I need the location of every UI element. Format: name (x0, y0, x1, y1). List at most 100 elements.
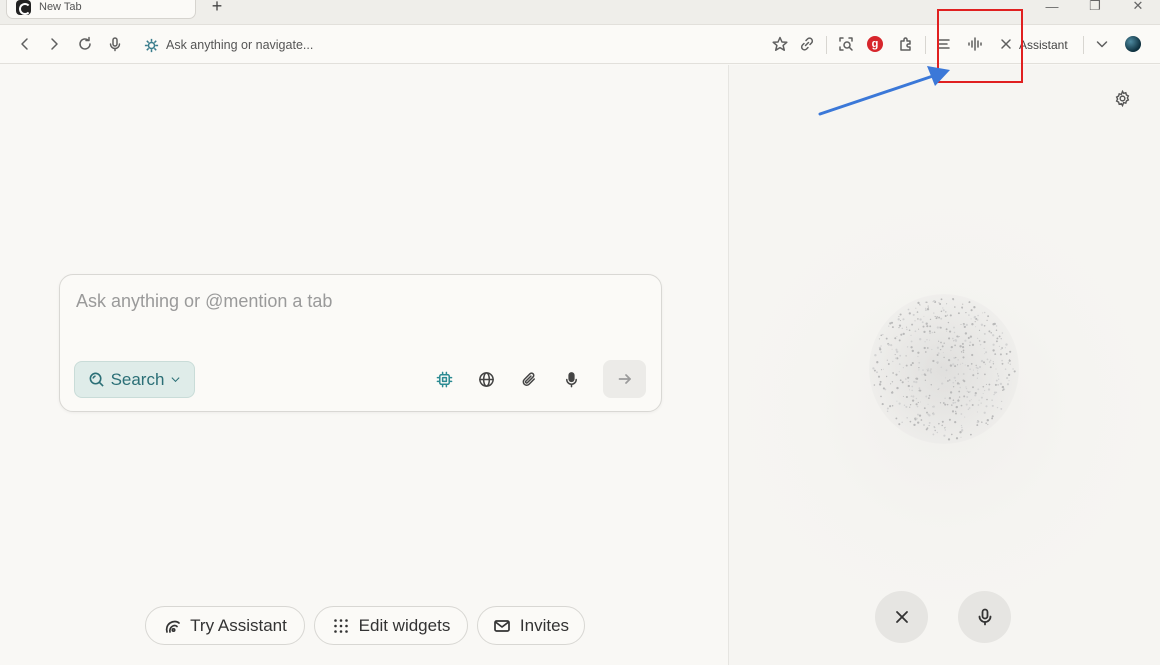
orb-particle (971, 404, 974, 406)
voice-microphone-button[interactable] (958, 591, 1011, 643)
microphone-icon[interactable] (561, 369, 581, 389)
cancel-voice-button[interactable] (875, 591, 928, 643)
back-icon[interactable] (15, 34, 35, 54)
orb-particle (952, 363, 955, 366)
search-mode-button[interactable]: Search (74, 361, 195, 398)
orb-particle (929, 318, 932, 321)
orb-particle (962, 379, 965, 382)
grammarly-extension-icon[interactable]: g (865, 34, 885, 54)
orb-particle (975, 326, 977, 328)
invites-button[interactable]: Invites (477, 606, 585, 645)
orb-particle (956, 335, 959, 338)
chevron-down-icon[interactable] (1092, 34, 1112, 54)
orb-particle (939, 348, 942, 351)
orb-particle (993, 391, 997, 394)
settings-gear-icon[interactable] (1112, 88, 1132, 108)
orb-particle (982, 312, 984, 314)
orb-particle (936, 431, 938, 434)
orb-particle (953, 376, 956, 379)
globe-icon[interactable] (476, 369, 496, 389)
extensions-puzzle-icon[interactable] (896, 34, 916, 54)
tab-new-tab[interactable]: New Tab (6, 0, 196, 19)
assistant-logo-icon (144, 38, 159, 52)
orb-particle (986, 358, 989, 361)
orb-particle (986, 419, 989, 422)
orb-particle (1000, 400, 1003, 403)
orb-particle (873, 369, 876, 372)
orb-particle (983, 332, 986, 335)
orb-particle (886, 359, 888, 361)
forward-icon[interactable] (44, 34, 64, 54)
orb-particle (917, 355, 919, 358)
minimize-button[interactable]: — (1043, 0, 1061, 14)
orb-particle (929, 339, 931, 341)
orb-particle (1000, 338, 1002, 340)
orb-particle (970, 433, 972, 436)
orb-particle (876, 361, 879, 364)
restore-button[interactable]: ❐ (1086, 0, 1104, 14)
orb-particle (952, 401, 955, 404)
orb-particle (955, 405, 958, 409)
tab-strip: New Tab + — ❐ ✕ (0, 0, 1160, 24)
orb-particle (896, 386, 899, 390)
orb-particle (924, 379, 927, 381)
bookmark-star-icon[interactable] (770, 34, 790, 54)
try-assistant-button[interactable]: Try Assistant (145, 606, 305, 645)
orb-particle (942, 307, 944, 309)
orb-particle (891, 348, 893, 350)
orb-particle (923, 315, 925, 317)
orb-particle (930, 384, 933, 386)
orb-particle (1005, 352, 1008, 355)
toolbar-divider (826, 36, 827, 54)
orb-particle (915, 397, 918, 400)
orb-particle (892, 372, 894, 374)
orb-particle (951, 410, 955, 413)
send-button[interactable] (603, 360, 646, 398)
orb-particle (960, 404, 963, 407)
sidebar-menu-icon[interactable] (934, 34, 954, 54)
orb-particle (1000, 348, 1002, 351)
paperclip-icon[interactable] (519, 369, 539, 389)
reload-icon[interactable] (75, 34, 95, 54)
prompt-input[interactable] (76, 291, 636, 312)
screenshot-search-icon[interactable] (836, 34, 856, 54)
orb-particle (955, 412, 957, 415)
close-window-button[interactable]: ✕ (1129, 0, 1147, 14)
orb-particle (905, 395, 908, 399)
browser-logo-icon (16, 0, 31, 15)
orb-particle (969, 344, 971, 347)
assistant-label[interactable]: Assistant (1019, 38, 1068, 52)
orb-particle (911, 323, 914, 326)
orb-particle (916, 405, 919, 408)
orb-particle (952, 386, 955, 388)
orb-particle (917, 401, 919, 404)
orb-particle (949, 314, 952, 317)
orb-particle (909, 406, 911, 408)
prompt-card: Search (59, 274, 662, 412)
orb-particle (965, 403, 968, 406)
link-icon[interactable] (797, 34, 817, 54)
orb-particle (917, 351, 920, 354)
orb-particle (953, 340, 955, 342)
profile-avatar[interactable] (1123, 34, 1143, 54)
orb-particle (931, 331, 934, 334)
address-bar[interactable]: Ask anything or navigate... (143, 35, 313, 55)
close-assistant-icon[interactable] (996, 34, 1016, 54)
orb-particle (941, 420, 944, 423)
orb-particle (915, 380, 918, 384)
microphone-icon[interactable] (105, 34, 125, 54)
orb-particle (908, 329, 911, 332)
orb-particle (996, 406, 999, 409)
edit-widgets-button[interactable]: Edit widgets (314, 606, 468, 645)
orb-particle (937, 361, 939, 363)
voice-waveform-icon[interactable] (965, 34, 985, 54)
orb-particle (934, 315, 936, 318)
orb-particle (922, 325, 925, 328)
chip-model-icon[interactable] (434, 369, 454, 389)
orb-particle (927, 370, 929, 372)
orb-particle (1012, 368, 1014, 370)
orb-particle (936, 354, 939, 356)
new-tab-button[interactable]: + (208, 0, 226, 16)
orb-particle (959, 345, 962, 348)
orb-particle (901, 327, 903, 329)
